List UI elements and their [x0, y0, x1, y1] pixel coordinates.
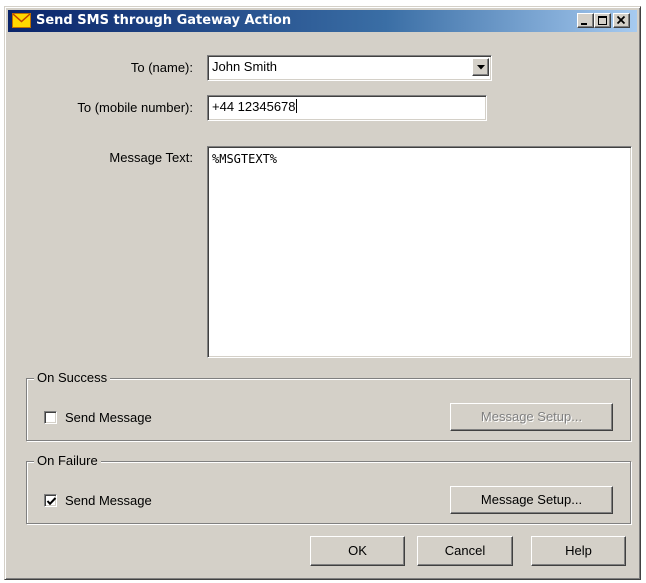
- on-failure-title: On Failure: [34, 453, 101, 468]
- message-text-area[interactable]: %MSGTEXT%: [207, 146, 632, 358]
- on-failure-send-checkbox[interactable]: [44, 494, 57, 507]
- envelope-icon: [12, 13, 31, 28]
- checkmark-icon: [46, 497, 57, 506]
- on-success-send-label: Send Message: [65, 410, 152, 425]
- minimize-button[interactable]: [577, 13, 594, 28]
- on-failure-message-setup-button[interactable]: Message Setup...: [450, 486, 613, 514]
- to-name-combobox[interactable]: John Smith: [207, 55, 492, 81]
- maximize-icon: [598, 16, 607, 25]
- message-text-label: Message Text:: [109, 150, 193, 165]
- on-success-send-checkbox[interactable]: [44, 411, 57, 424]
- on-success-title: On Success: [34, 370, 111, 385]
- dialog-window: Send SMS through Gateway Action To (name…: [4, 6, 641, 580]
- help-button[interactable]: Help: [531, 536, 626, 566]
- window-title: Send SMS through Gateway Action: [36, 13, 292, 28]
- dropdown-button[interactable]: [472, 58, 489, 76]
- title-bar[interactable]: Send SMS through Gateway Action: [8, 10, 637, 32]
- on-failure-group: On Failure Send Message Message Setup...: [26, 453, 631, 524]
- text-caret: [295, 99, 297, 113]
- to-mobile-label: To (mobile number):: [77, 100, 193, 115]
- on-success-group: On Success Send Message Message Setup...: [26, 370, 631, 441]
- close-icon: [616, 15, 626, 25]
- chevron-down-icon: [477, 65, 485, 70]
- to-name-value: John Smith: [212, 59, 278, 74]
- close-button[interactable]: [613, 13, 630, 28]
- minimize-icon: [581, 23, 587, 25]
- on-success-message-setup-button[interactable]: Message Setup...: [450, 403, 613, 431]
- to-name-label: To (name):: [130, 60, 193, 75]
- ok-button[interactable]: OK: [310, 536, 405, 566]
- to-mobile-input[interactable]: +44 12345678: [207, 95, 487, 121]
- on-failure-send-label: Send Message: [65, 493, 152, 508]
- to-mobile-value: +44 12345678: [212, 99, 296, 114]
- cancel-button[interactable]: Cancel: [417, 536, 513, 566]
- maximize-button[interactable]: [594, 13, 611, 28]
